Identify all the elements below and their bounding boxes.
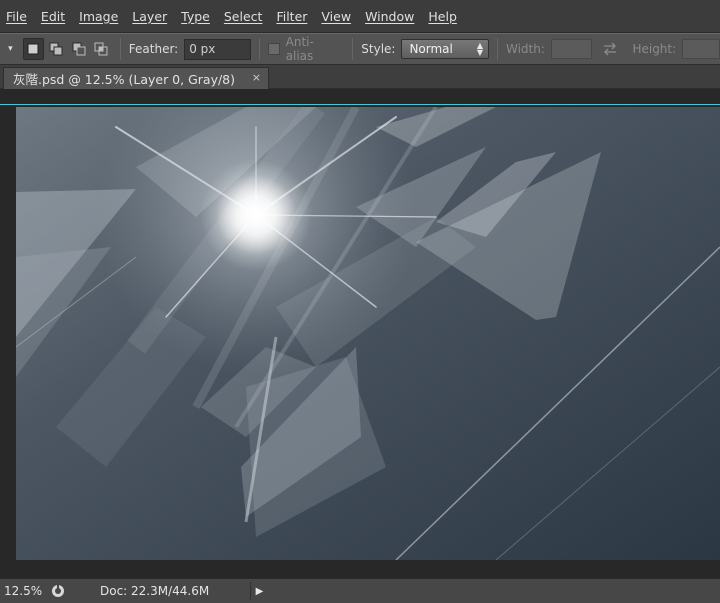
document-size-info: Doc: 22.3M/44.6M xyxy=(80,584,250,598)
menu-help[interactable]: Help xyxy=(428,9,457,24)
style-select[interactable]: Normal ▲ ▼ xyxy=(401,39,489,59)
options-separator xyxy=(259,38,261,60)
add-selection-icon xyxy=(49,42,63,56)
new-selection-button[interactable] xyxy=(22,38,44,60)
menu-view[interactable]: View xyxy=(321,9,351,24)
document-tab[interactable]: 灰階.psd @ 12.5% (Layer 0, Gray/8) × xyxy=(3,67,269,89)
intersect-selection-button[interactable] xyxy=(91,38,112,60)
canvas-image xyxy=(16,107,720,560)
menu-image[interactable]: Image xyxy=(79,9,118,24)
style-label: Style: xyxy=(361,42,396,56)
menu-file[interactable]: File xyxy=(6,9,27,24)
tool-preset-dropdown[interactable]: ▾ xyxy=(0,34,21,64)
subtract-selection-button[interactable] xyxy=(68,38,89,60)
status-options-icon[interactable] xyxy=(48,581,68,601)
width-label: Width: xyxy=(505,42,545,56)
options-separator xyxy=(352,38,354,60)
menu-window[interactable]: Window xyxy=(365,9,414,24)
menu-bar: File Edit Image Layer Type Select Filter… xyxy=(0,0,720,33)
options-bar: ▾ Feather: Anti-alias Style: Normal ▲▼ W… xyxy=(0,33,720,65)
swap-arrows-icon[interactable] xyxy=(602,42,618,56)
menu-filter[interactable]: Filter xyxy=(276,9,307,24)
options-separator xyxy=(119,38,121,60)
width-input[interactable] xyxy=(550,39,593,59)
anti-alias-checkbox[interactable] xyxy=(268,43,280,55)
height-label: Height: xyxy=(632,42,677,56)
menu-type[interactable]: Type xyxy=(181,9,210,24)
height-input[interactable] xyxy=(682,39,720,59)
menu-layer[interactable]: Layer xyxy=(132,9,167,24)
canvas-guide-line xyxy=(0,89,720,105)
new-selection-icon xyxy=(27,43,39,55)
status-bar: 12.5% Doc: 22.3M/44.6M ▶ xyxy=(0,578,720,603)
updown-arrows-icon: ▲ ▼ xyxy=(476,41,483,57)
add-selection-button[interactable] xyxy=(46,38,67,60)
intersect-selection-icon xyxy=(94,42,108,56)
feather-label: Feather: xyxy=(128,42,179,56)
zoom-level[interactable]: 12.5% xyxy=(0,584,48,598)
play-arrow-icon[interactable]: ▶ xyxy=(250,582,268,600)
document-tab-bar: 灰階.psd @ 12.5% (Layer 0, Gray/8) × xyxy=(0,65,720,89)
menu-edit[interactable]: Edit xyxy=(41,9,65,24)
marquee-dropdown-icon: ▾ xyxy=(8,44,13,54)
anti-alias-label: Anti-alias xyxy=(285,35,314,63)
menu-select[interactable]: Select xyxy=(224,9,263,24)
document-tab-title: 灰階.psd @ 12.5% (Layer 0, Gray/8) xyxy=(13,72,236,87)
style-select-value: Normal xyxy=(409,42,453,56)
options-separator xyxy=(496,38,498,60)
feather-input[interactable] xyxy=(184,38,252,60)
close-icon[interactable]: × xyxy=(252,71,261,84)
subtract-selection-icon xyxy=(72,42,86,56)
workspace xyxy=(0,89,720,578)
document-canvas[interactable] xyxy=(16,107,720,560)
